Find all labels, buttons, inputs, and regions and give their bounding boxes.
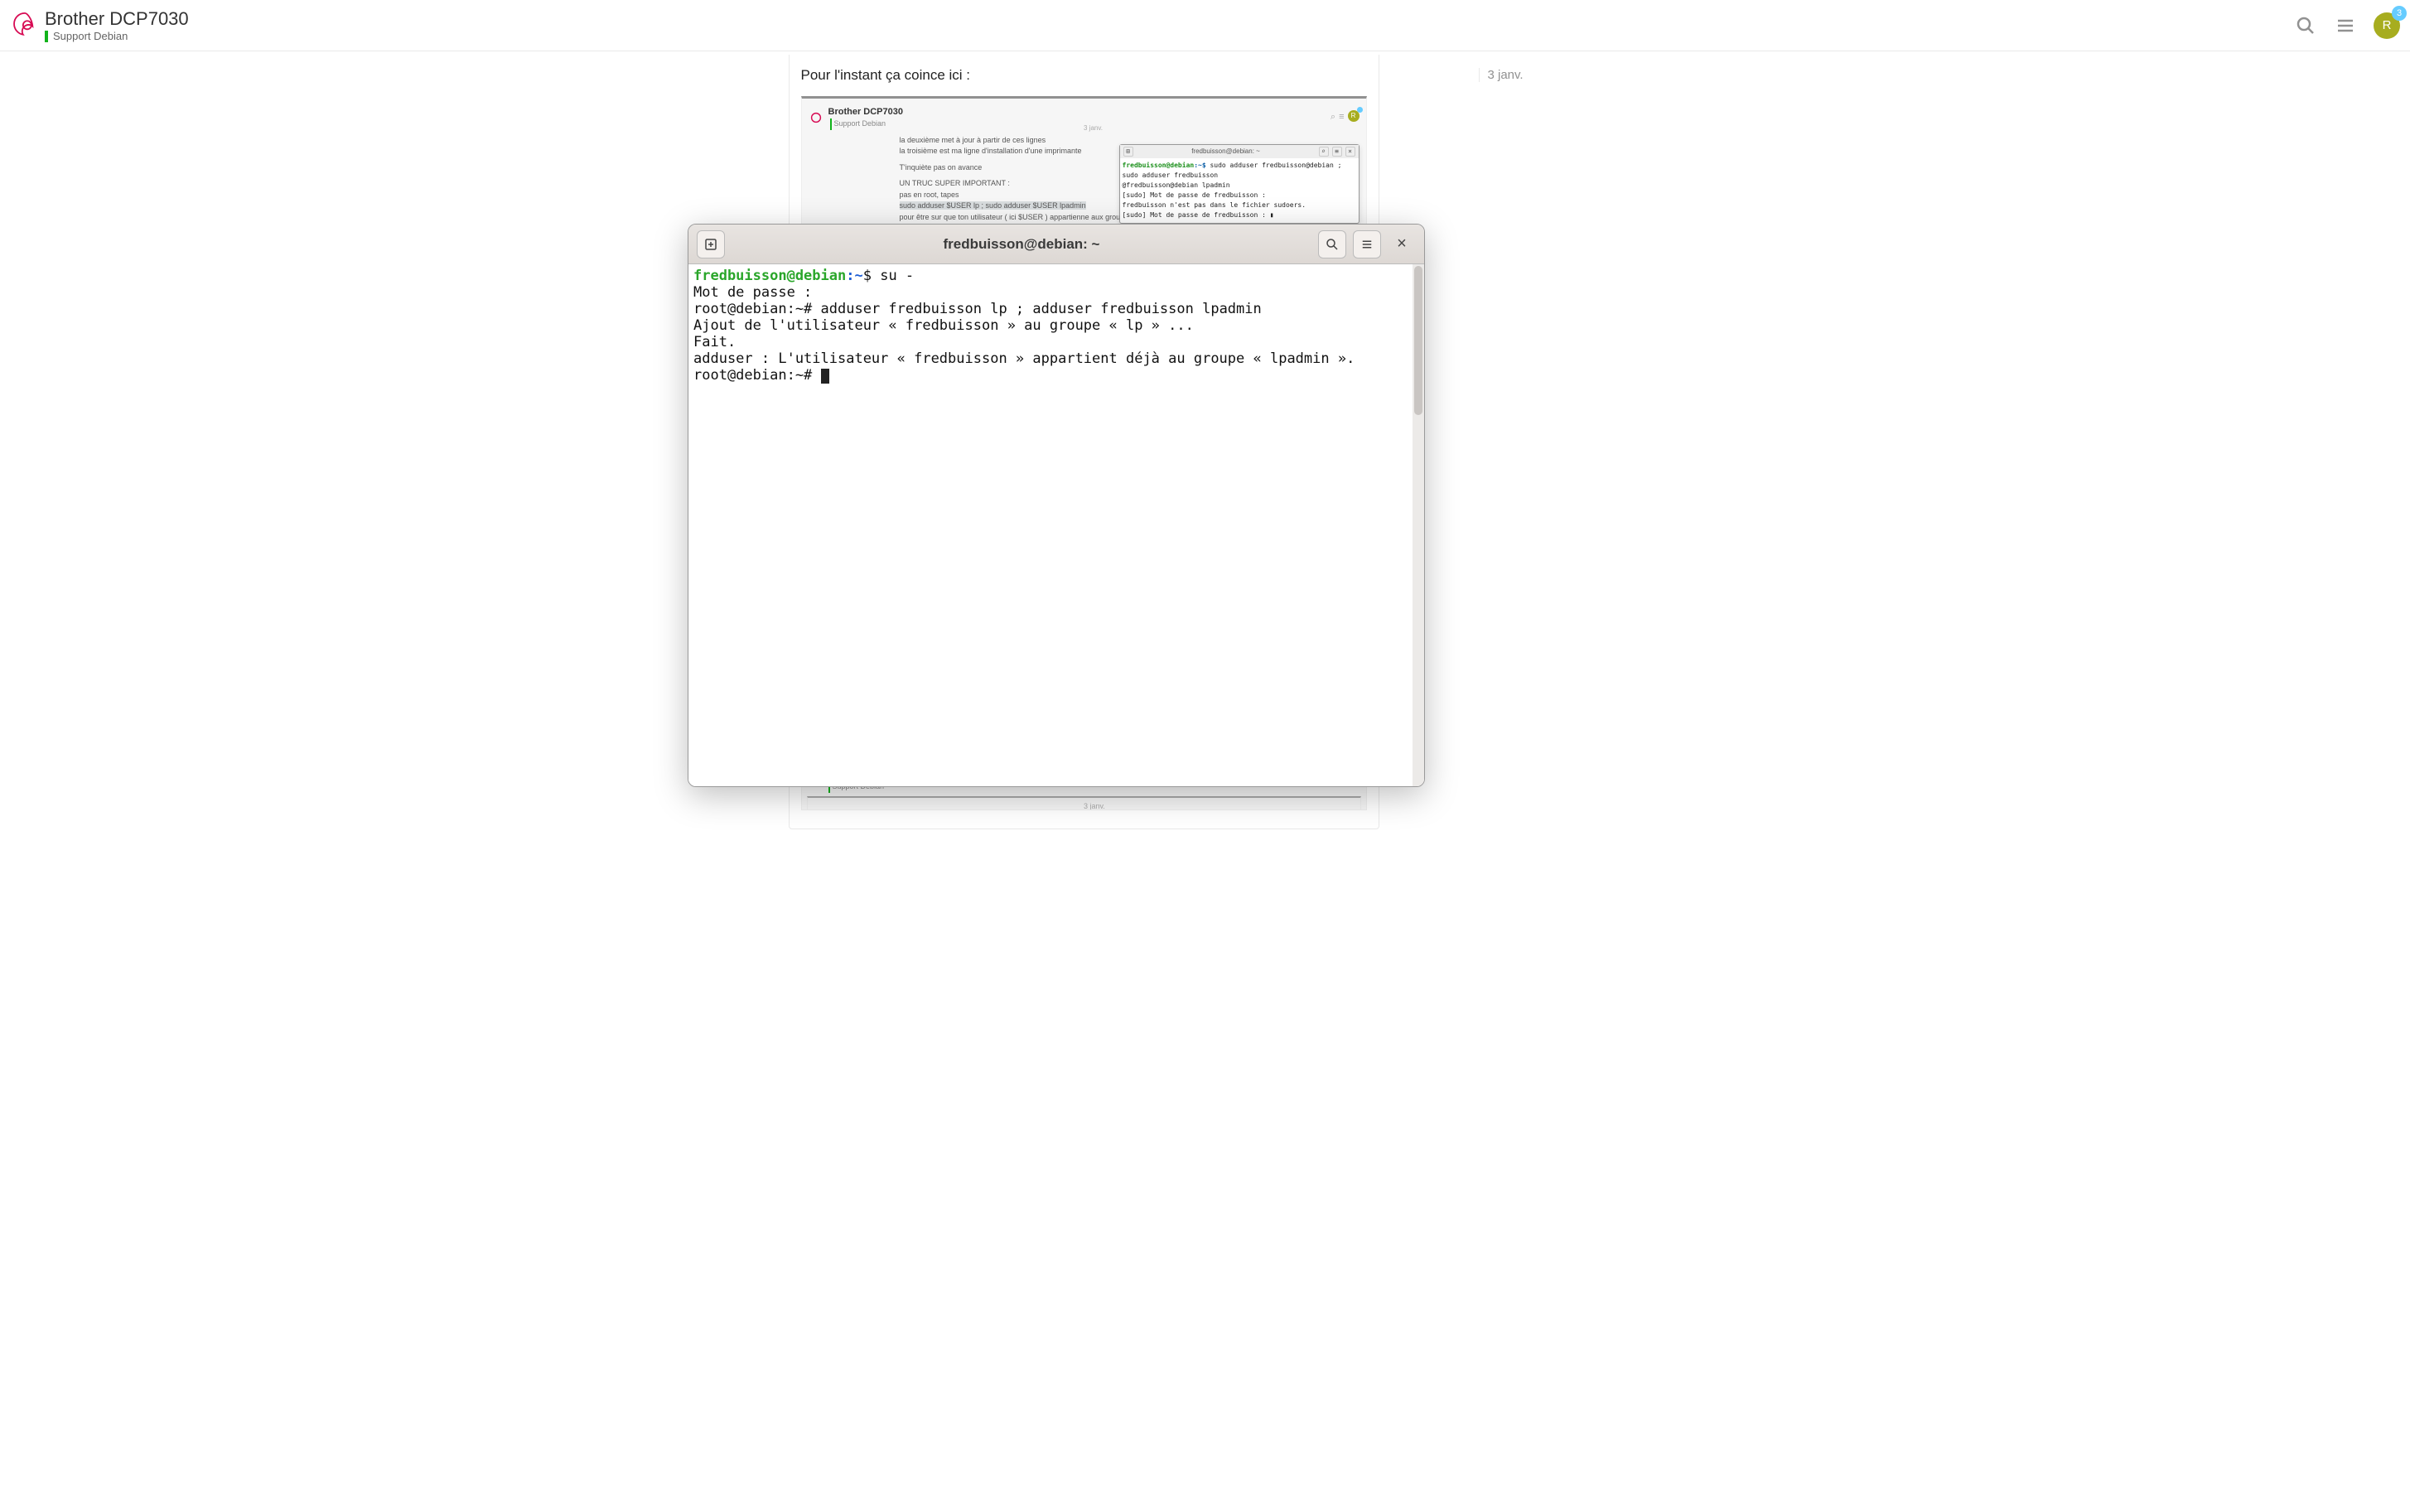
search-icon[interactable] (2294, 14, 2317, 37)
terminal-titlebar[interactable]: fredbuisson@debian: ~ × (688, 225, 1424, 264)
timeline[interactable]: 3 janv. (1479, 68, 1661, 82)
search-icon (1325, 237, 1340, 252)
terminal-close-button[interactable]: × (1388, 230, 1416, 258)
topic-title[interactable]: Brother DCP7030 (45, 8, 189, 30)
scrollbar-thumb[interactable] (1414, 266, 1422, 415)
terminal-search-button[interactable] (1318, 230, 1346, 258)
debian-logo[interactable] (10, 11, 40, 41)
plus-box-icon (703, 237, 718, 252)
terminal-menu-button[interactable] (1353, 230, 1381, 258)
category-name: Support Debian (53, 30, 128, 42)
category-color (45, 31, 48, 42)
header: Brother DCP7030 Support Debian R 3 (0, 0, 2410, 51)
post-line: Pour l'instant ça coince ici : (801, 65, 1367, 86)
header-actions: R 3 (2294, 12, 2400, 39)
new-tab-button[interactable] (697, 230, 725, 258)
hamburger-icon (1360, 237, 1374, 252)
user-avatar[interactable]: R 3 (2374, 12, 2400, 39)
notification-badge: 3 (2392, 6, 2407, 21)
title-block: Brother DCP7030 Support Debian (45, 8, 189, 42)
terminal-title: fredbuisson@debian: ~ (732, 236, 1311, 253)
inner-terminal: ⊞ fredbuisson@debian: ~ ⌕≡× fredbuisson@… (1119, 144, 1360, 224)
category-badge[interactable]: Support Debian (45, 30, 189, 42)
terminal-cursor (821, 369, 829, 384)
terminal-body[interactable]: fredbuisson@debian:~$ su - Mot de passe … (688, 264, 1424, 786)
avatar-letter: R (2383, 18, 2392, 32)
terminal-window: fredbuisson@debian: ~ × fredbuisson@debi… (688, 224, 1425, 787)
timeline-date: 3 janv. (1488, 68, 1661, 82)
hamburger-icon[interactable] (2334, 14, 2357, 37)
close-icon: × (1397, 234, 1407, 254)
